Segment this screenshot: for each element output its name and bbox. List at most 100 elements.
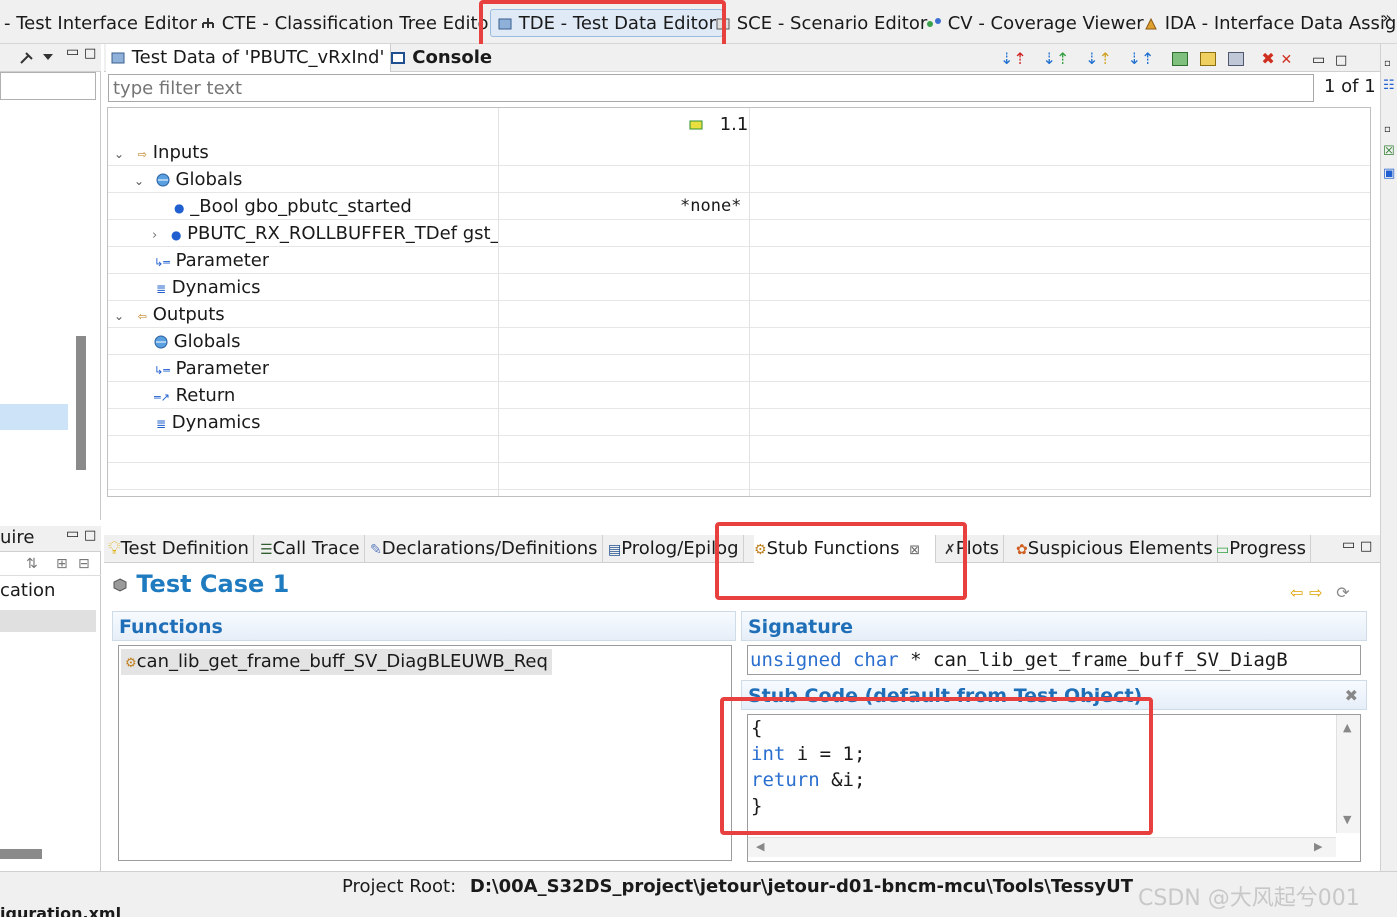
properties-icon[interactable]: ▣ xyxy=(1383,166,1395,181)
chart-icon[interactable]: ☒ xyxy=(1383,144,1395,159)
left-bottom-hscroll-thumb[interactable] xyxy=(0,849,42,859)
maximize-icon[interactable]: □ xyxy=(84,46,96,61)
tab-test-definition[interactable]: 💡︎Test Definition xyxy=(108,535,254,563)
last-up-icon[interactable]: ⇡ xyxy=(1141,49,1154,68)
chevron-down-icon[interactable]: ⌄ xyxy=(134,174,144,188)
minimize-icon[interactable]: ▭ xyxy=(1342,537,1355,553)
table-row[interactable]: ● _Bool gbo_pbutc_started *none* xyxy=(108,193,1370,220)
filter-row: 1 of 1 xyxy=(104,74,1380,104)
scroll-right-icon[interactable]: ▶ xyxy=(1314,840,1322,853)
view-menu-chevron-down-icon[interactable] xyxy=(42,52,54,62)
stub-horizontal-scrollbar[interactable]: ◀ ▶ xyxy=(748,837,1336,857)
restore-icon[interactable]: ▫ xyxy=(1384,58,1391,69)
parameter-icon: ↳═ xyxy=(154,256,170,269)
table-row[interactable]: ≣ Dynamics xyxy=(108,274,1370,301)
delete-icon[interactable]: ✖ xyxy=(1261,49,1274,68)
move-up-icon[interactable]: ⇡ xyxy=(1013,49,1026,68)
test-case-title: Test Case 1 xyxy=(112,570,289,598)
inputs-icon: ⇨ xyxy=(137,148,148,161)
left-selected-row[interactable] xyxy=(0,404,68,430)
functions-header: Functions xyxy=(112,611,736,641)
sort-icon[interactable]: ⇅ xyxy=(26,556,38,572)
perspective-tab-cv[interactable]: CV - Coverage Viewer xyxy=(926,10,1144,38)
page-count: 1 of 1 xyxy=(1324,76,1376,97)
chevron-down-icon[interactable]: ⌄ xyxy=(114,309,124,323)
pin-icon[interactable] xyxy=(18,50,36,66)
scroll-down-icon[interactable]: ▼ xyxy=(1343,813,1351,826)
refresh-icon[interactable]: ⟳ xyxy=(1336,583,1349,602)
variable-dot-icon: ● xyxy=(170,228,182,242)
highlight-view-icon[interactable] xyxy=(1199,52,1216,66)
table-row[interactable]: ⌄ ⇦ Outputs xyxy=(108,301,1370,328)
perspective-tab-tie[interactable]: - Test Interface Editor xyxy=(4,10,197,38)
column-header-1-1[interactable]: 1.1 xyxy=(688,111,748,138)
tab-progress[interactable]: ▭Progress xyxy=(1216,535,1312,563)
left-filter-input[interactable] xyxy=(0,72,96,100)
tab-test-data[interactable]: Test Data of 'PBUTC_vRxInd' xyxy=(106,44,392,72)
next-arrow-icon[interactable]: ⇨ xyxy=(1309,583,1322,602)
chevron-right-icon[interactable]: › xyxy=(152,228,157,243)
maximize-icon[interactable]: □ xyxy=(1335,53,1347,68)
perspective-tab-sce[interactable]: SCE - Scenario Editor xyxy=(715,10,927,38)
table-row[interactable]: ⌄ Globals xyxy=(108,166,1370,193)
left-bottom-selected-row[interactable] xyxy=(0,610,96,632)
last-down-icon[interactable]: ⇣ xyxy=(1128,49,1141,68)
previous-arrow-icon[interactable]: ⇦ xyxy=(1290,583,1303,602)
table-row[interactable]: › ● PBUTC_RX_ROLLBUFFER_TDef gst_p xyxy=(108,220,1370,247)
maximize-icon[interactable]: □ xyxy=(1360,539,1372,554)
table-row[interactable]: ↳═ Parameter xyxy=(108,247,1370,274)
scroll-left-icon[interactable]: ◀ xyxy=(756,840,764,853)
left-navigator-view: ▭ □ xyxy=(0,44,101,520)
call-trace-icon: ☰ xyxy=(260,542,273,558)
perspective-tab-cte[interactable]: CTE - Classification Tree Editor xyxy=(200,10,496,38)
project-root: Project Root: D:\00A_S32DS_project\jetou… xyxy=(342,876,1134,897)
outline-icon[interactable]: ☷ xyxy=(1383,78,1395,93)
next-down-icon[interactable]: ⇣ xyxy=(1043,49,1056,68)
next-up-icon[interactable]: ⇡ xyxy=(1056,49,1069,68)
clear-icon[interactable]: ✕ xyxy=(1281,52,1293,68)
signature-field[interactable]: unsigned char * can_lib_get_frame_buff_S… xyxy=(747,645,1361,675)
expand-all-icon[interactable]: ⊞ xyxy=(56,556,68,572)
minimize-icon[interactable]: ▭ xyxy=(66,526,79,542)
table-row[interactable]: ═↗ Return xyxy=(108,382,1370,409)
chevron-down-icon[interactable]: ⌄ xyxy=(114,147,124,161)
right-trim-bar: ▫ ☷ ▫ ☒ ▣ xyxy=(1380,44,1397,871)
step-up-icon[interactable]: ⇡ xyxy=(1099,49,1112,68)
value-cell[interactable]: *none* xyxy=(680,193,741,220)
globe-icon xyxy=(156,173,170,187)
step-down-icon[interactable]: ⇣ xyxy=(1085,49,1098,68)
return-icon: ═↗ xyxy=(154,391,170,404)
stub-vertical-scrollbar[interactable]: ▲ ▼ xyxy=(1336,715,1360,833)
restore-icon[interactable]: ▫ xyxy=(1384,124,1391,135)
table-row[interactable]: ≣ Dynamics xyxy=(108,409,1370,436)
left-bottom-tab-label[interactable]: uire xyxy=(0,526,35,550)
tab-suspicious-elements[interactable]: ✿Suspicious Elements xyxy=(1016,535,1218,563)
collapse-all-icon[interactable]: ⊟ xyxy=(78,556,90,572)
left-bottom-item[interactable]: cation xyxy=(0,580,55,601)
left-bottom-view: uire ▭ □ ⇅ ⊞ ⊟ cation xyxy=(0,526,101,871)
layout-view-icon[interactable] xyxy=(1227,52,1244,66)
tab-console[interactable]: Console xyxy=(390,44,492,72)
close-icon[interactable]: ✖ xyxy=(1345,681,1358,711)
table-row[interactable]: ↳═ Parameter xyxy=(108,355,1370,382)
move-down-icon[interactable]: ⇣ xyxy=(1000,49,1013,68)
maximize-icon[interactable]: □ xyxy=(84,528,96,543)
left-scrollbar-thumb[interactable] xyxy=(76,336,86,470)
function-list-item[interactable]: ⚙can_lib_get_frame_buff_SV_DiagBLEUWB_Re… xyxy=(121,649,552,675)
tab-call-trace[interactable]: ☰Call Trace xyxy=(260,535,365,563)
scroll-up-icon[interactable]: ▲ xyxy=(1343,721,1351,734)
table-row[interactable]: ⌄ ⇨ Inputs xyxy=(108,139,1370,166)
table-header-row: 1.1 xyxy=(108,111,1370,138)
minimize-icon[interactable]: ▭ xyxy=(66,44,79,60)
dynamics-icon: ≣ xyxy=(156,282,167,296)
more-perspectives-chevron-icon[interactable]: » xyxy=(1382,4,1392,32)
status-bar: Project Root: D:\00A_S32DS_project\jetou… xyxy=(0,871,1397,917)
table-view-icon[interactable] xyxy=(1172,52,1189,66)
table-row[interactable]: Globals xyxy=(108,328,1370,355)
console-icon xyxy=(391,52,405,64)
tab-declarations[interactable]: ✎Declarations/Definitions xyxy=(370,535,603,563)
filter-input[interactable] xyxy=(108,74,1314,102)
highlight-box-stub-tab xyxy=(715,522,967,600)
perspective-tab-ida[interactable]: IDA - Interface Data Assig xyxy=(1143,10,1396,38)
minimize-icon[interactable]: ▭ xyxy=(1312,52,1325,68)
